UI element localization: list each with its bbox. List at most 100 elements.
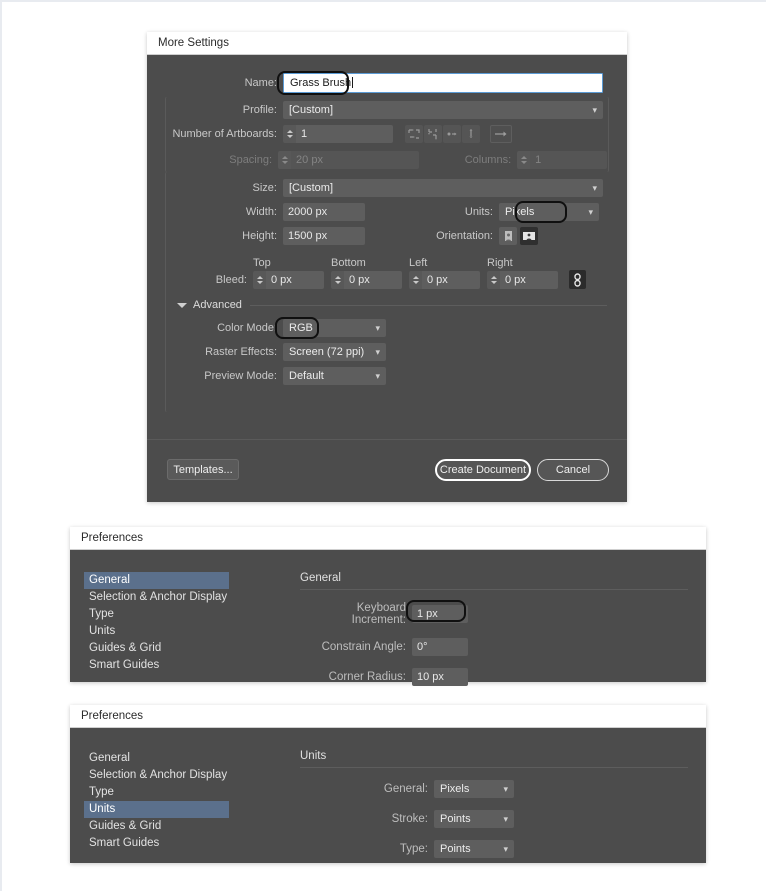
- chevron-down-icon: ▾: [375, 323, 380, 333]
- dialog-body: Name: Grass Brush Profile: [Custom] ▾ Nu…: [147, 55, 627, 502]
- preferences-general-content: General Keyboard Increment: 1 px Constra…: [300, 572, 688, 686]
- artboards-stepper[interactable]: [283, 125, 296, 143]
- preferences-general-body: General Selection & Anchor Display Type …: [70, 550, 706, 686]
- units-general-row: General: Pixels ▾: [376, 780, 688, 798]
- corner-radius-input[interactable]: 10 px: [412, 668, 468, 686]
- units-stroke-label: Stroke:: [391, 813, 428, 825]
- sidebar-item-general[interactable]: General: [84, 572, 229, 589]
- sidebar-item-type[interactable]: Type: [84, 784, 229, 801]
- height-orientation-row: Height: 1500 px Orientation:: [167, 227, 607, 245]
- units-stroke-value: Points: [440, 813, 471, 825]
- dialog-title: More Settings: [147, 32, 627, 55]
- height-label: Height:: [242, 230, 277, 242]
- create-document-button[interactable]: Create Document: [435, 459, 531, 481]
- chevron-down-icon: ▾: [592, 183, 597, 193]
- preferences-category-list: General Selection & Anchor Display Type …: [84, 750, 229, 852]
- name-input-value: Grass Brush: [290, 77, 352, 89]
- units-value: Pixels: [505, 206, 535, 218]
- profile-select[interactable]: [Custom] ▾: [283, 101, 603, 119]
- columns-input: 1: [530, 151, 607, 169]
- artboards-input[interactable]: 1: [296, 125, 393, 143]
- bleed-bottom-cell: 0 px: [331, 270, 409, 289]
- artboards-label: Number of Artboards:: [172, 128, 277, 140]
- portrait-orientation-icon[interactable]: [499, 227, 517, 245]
- sidebar-item-guides-grid[interactable]: Guides & Grid: [84, 640, 229, 657]
- size-select[interactable]: [Custom] ▾: [283, 179, 603, 197]
- bleed-top-cell: 0 px: [253, 270, 331, 289]
- width-label: Width:: [245, 206, 277, 218]
- color-mode-row: Color Mode: RGB ▾: [167, 317, 607, 339]
- advanced-disclosure[interactable]: Advanced: [177, 299, 607, 311]
- bleed-right-input[interactable]: 0 px: [500, 270, 558, 289]
- landscape-orientation-icon[interactable]: [520, 227, 538, 245]
- units-type-select[interactable]: Points ▾: [434, 840, 514, 858]
- preferences-general-title: Preferences: [70, 527, 706, 550]
- bleed-header-left: Left: [409, 257, 428, 269]
- units-type-label: Type:: [399, 843, 428, 855]
- chevron-down-icon: ▾: [375, 347, 380, 357]
- advanced-label: Advanced: [193, 299, 242, 311]
- sidebar-item-selection-anchor-display[interactable]: Selection & Anchor Display: [84, 589, 229, 606]
- units-stroke-select[interactable]: Points ▾: [434, 810, 514, 828]
- height-input[interactable]: 1500 px: [283, 227, 365, 245]
- size-value: [Custom]: [289, 182, 334, 194]
- color-mode-select[interactable]: RGB ▾: [283, 319, 386, 337]
- units-general-select[interactable]: Pixels ▾: [434, 780, 514, 798]
- spacing-label: Spacing:: [229, 154, 273, 166]
- sidebar-item-type[interactable]: Type: [84, 606, 229, 623]
- units-select[interactable]: Pixels ▾: [499, 203, 599, 221]
- bleed-top-input[interactable]: 0 px: [266, 270, 324, 289]
- sidebar-item-smart-guides[interactable]: Smart Guides: [84, 835, 229, 852]
- constrain-angle-label: Constrain Angle:: [321, 641, 406, 653]
- preview-mode-label: Preview Mode:: [204, 370, 277, 382]
- arrow-right-icon[interactable]: [490, 125, 512, 143]
- sidebar-item-selection-anchor-display[interactable]: Selection & Anchor Display: [84, 767, 229, 784]
- bleed-bottom-stepper[interactable]: [331, 270, 344, 289]
- preferences-units-content: Units General: Pixels ▾ Stroke: Points ▾: [300, 750, 688, 858]
- grid-by-column-icon[interactable]: [424, 125, 442, 143]
- chevron-down-icon: ▾: [588, 207, 593, 217]
- bleed-bottom-input[interactable]: 0 px: [344, 270, 402, 289]
- sidebar-item-units[interactable]: Units: [84, 801, 229, 818]
- templates-button[interactable]: Templates...: [167, 459, 239, 480]
- bleed-left-input[interactable]: 0 px: [422, 270, 480, 289]
- bleed-header-bottom: Bottom: [331, 257, 366, 269]
- corner-radius-label: Corner Radius:: [328, 671, 406, 683]
- preview-mode-select[interactable]: Default ▾: [283, 367, 386, 385]
- section-heading: Units: [300, 750, 327, 762]
- name-input[interactable]: Grass Brush: [283, 73, 603, 93]
- sidebar-item-guides-grid[interactable]: Guides & Grid: [84, 818, 229, 835]
- bleed-row: Bleed: 0 px 0 px 0 px 0 px: [167, 270, 607, 289]
- columns-label: Columns:: [464, 154, 512, 166]
- section-divider: [300, 767, 688, 768]
- sidebar-item-units[interactable]: Units: [84, 623, 229, 640]
- artboards-row: Number of Artboards: 1: [167, 125, 607, 143]
- raster-effects-select[interactable]: Screen (72 ppi) ▾: [283, 343, 386, 361]
- arrange-top-to-bottom-icon[interactable]: [462, 125, 480, 143]
- keyboard-increment-input[interactable]: 1 px: [412, 605, 468, 623]
- arrange-left-to-right-icon[interactable]: [443, 125, 461, 143]
- color-mode-label: Color Mode:: [217, 322, 277, 334]
- bleed-top-stepper[interactable]: [253, 270, 266, 289]
- bleed-left-cell: 0 px: [409, 270, 487, 289]
- sidebar-item-smart-guides[interactable]: Smart Guides: [84, 657, 229, 674]
- constrain-angle-input[interactable]: 0°: [412, 638, 468, 656]
- cancel-button[interactable]: Cancel: [537, 459, 609, 481]
- chain-link-icon[interactable]: [569, 270, 586, 289]
- sidebar-item-general[interactable]: General: [84, 750, 229, 767]
- section-heading: General: [300, 572, 341, 584]
- keyboard-increment-label: Keyboard Increment:: [351, 602, 406, 626]
- text-caret: [352, 77, 354, 88]
- width-input[interactable]: 2000 px: [283, 203, 365, 221]
- page-canvas: More Settings Name: Grass Brush Profile:…: [0, 0, 766, 891]
- new-document-dialog: More Settings Name: Grass Brush Profile:…: [147, 32, 627, 502]
- color-mode-value: RGB: [289, 322, 313, 334]
- bleed-section: Top Bottom Left Right Bleed: 0 px 0 px 0…: [167, 257, 607, 289]
- grid-by-row-icon[interactable]: [405, 125, 423, 143]
- preferences-units-title: Preferences: [70, 705, 706, 728]
- constrain-angle-row: Constrain Angle: 0°: [300, 638, 688, 656]
- bleed-right-stepper[interactable]: [487, 270, 500, 289]
- preferences-general-dialog: Preferences General Selection & Anchor D…: [70, 527, 706, 686]
- units-general-label: General:: [383, 783, 428, 795]
- bleed-left-stepper[interactable]: [409, 270, 422, 289]
